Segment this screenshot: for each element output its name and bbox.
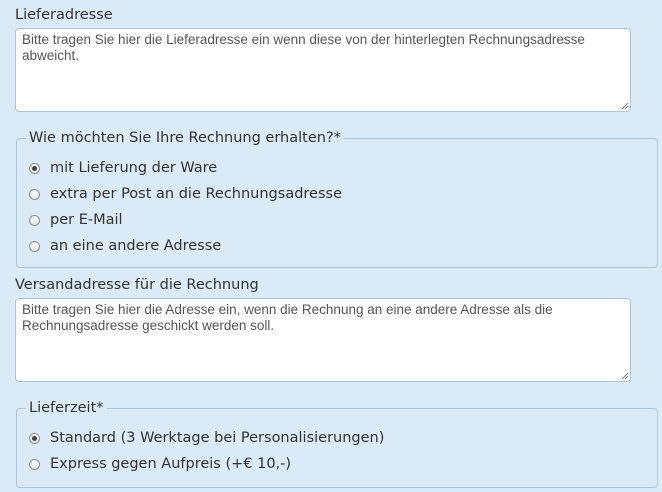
radio-label: per E-Mail	[50, 212, 123, 228]
radio-button[interactable]	[29, 188, 40, 200]
delivery-address-textarea[interactable]	[15, 28, 631, 112]
delivery-time-legend: Lieferzeit*	[26, 399, 107, 417]
radio-button[interactable]	[29, 240, 40, 252]
radio-label: mit Lieferung der Ware	[50, 160, 218, 176]
radio-label: Express gegen Aufpreis (+€ 10,-)	[50, 456, 292, 472]
delivery-option-standard[interactable]: Standard (3 Werktage bei Personalisierun…	[29, 428, 384, 448]
radio-label: an eine andere Adresse	[50, 238, 222, 254]
radio-label: Standard (3 Werktage bei Personalisierun…	[50, 430, 385, 446]
delivery-address-label: Lieferadresse	[15, 7, 113, 23]
invoice-shipping-address-textarea[interactable]	[15, 298, 631, 382]
radio-label: extra per Post an die Rechnungsadresse	[50, 186, 342, 202]
invoice-option-email[interactable]: per E-Mail	[29, 210, 123, 230]
invoice-option-post[interactable]: extra per Post an die Rechnungsadresse	[29, 184, 342, 204]
delivery-option-express[interactable]: Express gegen Aufpreis (+€ 10,-)	[29, 454, 291, 474]
invoice-method-legend: Wie möchten Sie Ihre Rechnung erhalten?*	[26, 129, 344, 147]
invoice-method-fieldset: Wie möchten Sie Ihre Rechnung erhalten?*…	[16, 129, 658, 268]
radio-button[interactable]	[29, 214, 40, 226]
radio-button[interactable]	[29, 458, 40, 470]
invoice-option-other-address[interactable]: an eine andere Adresse	[29, 236, 221, 256]
invoice-option-with-delivery[interactable]: mit Lieferung der Ware	[29, 158, 217, 178]
invoice-shipping-address-label: Versandadresse für die Rechnung	[15, 277, 259, 293]
radio-button[interactable]	[29, 162, 40, 174]
delivery-time-fieldset: Lieferzeit* Standard (3 Werktage bei Per…	[16, 399, 658, 488]
radio-button[interactable]	[29, 432, 40, 444]
